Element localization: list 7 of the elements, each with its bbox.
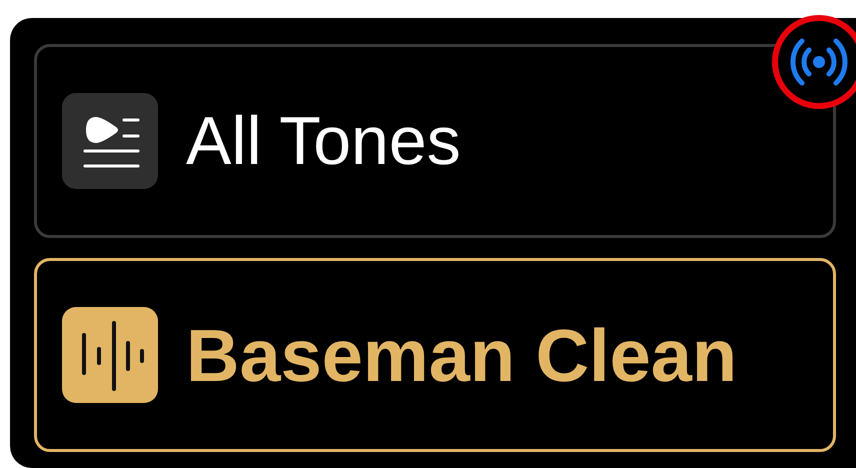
tone-name: All Tones — [186, 102, 461, 181]
playlist-icon — [62, 93, 158, 189]
tone-item[interactable]: Baseman Clean — [34, 258, 836, 452]
waveform-icon — [62, 307, 158, 403]
tone-item[interactable]: All Tones — [34, 44, 836, 238]
tone-name: Baseman Clean — [186, 312, 738, 398]
broadcast-icon[interactable] — [771, 12, 856, 112]
